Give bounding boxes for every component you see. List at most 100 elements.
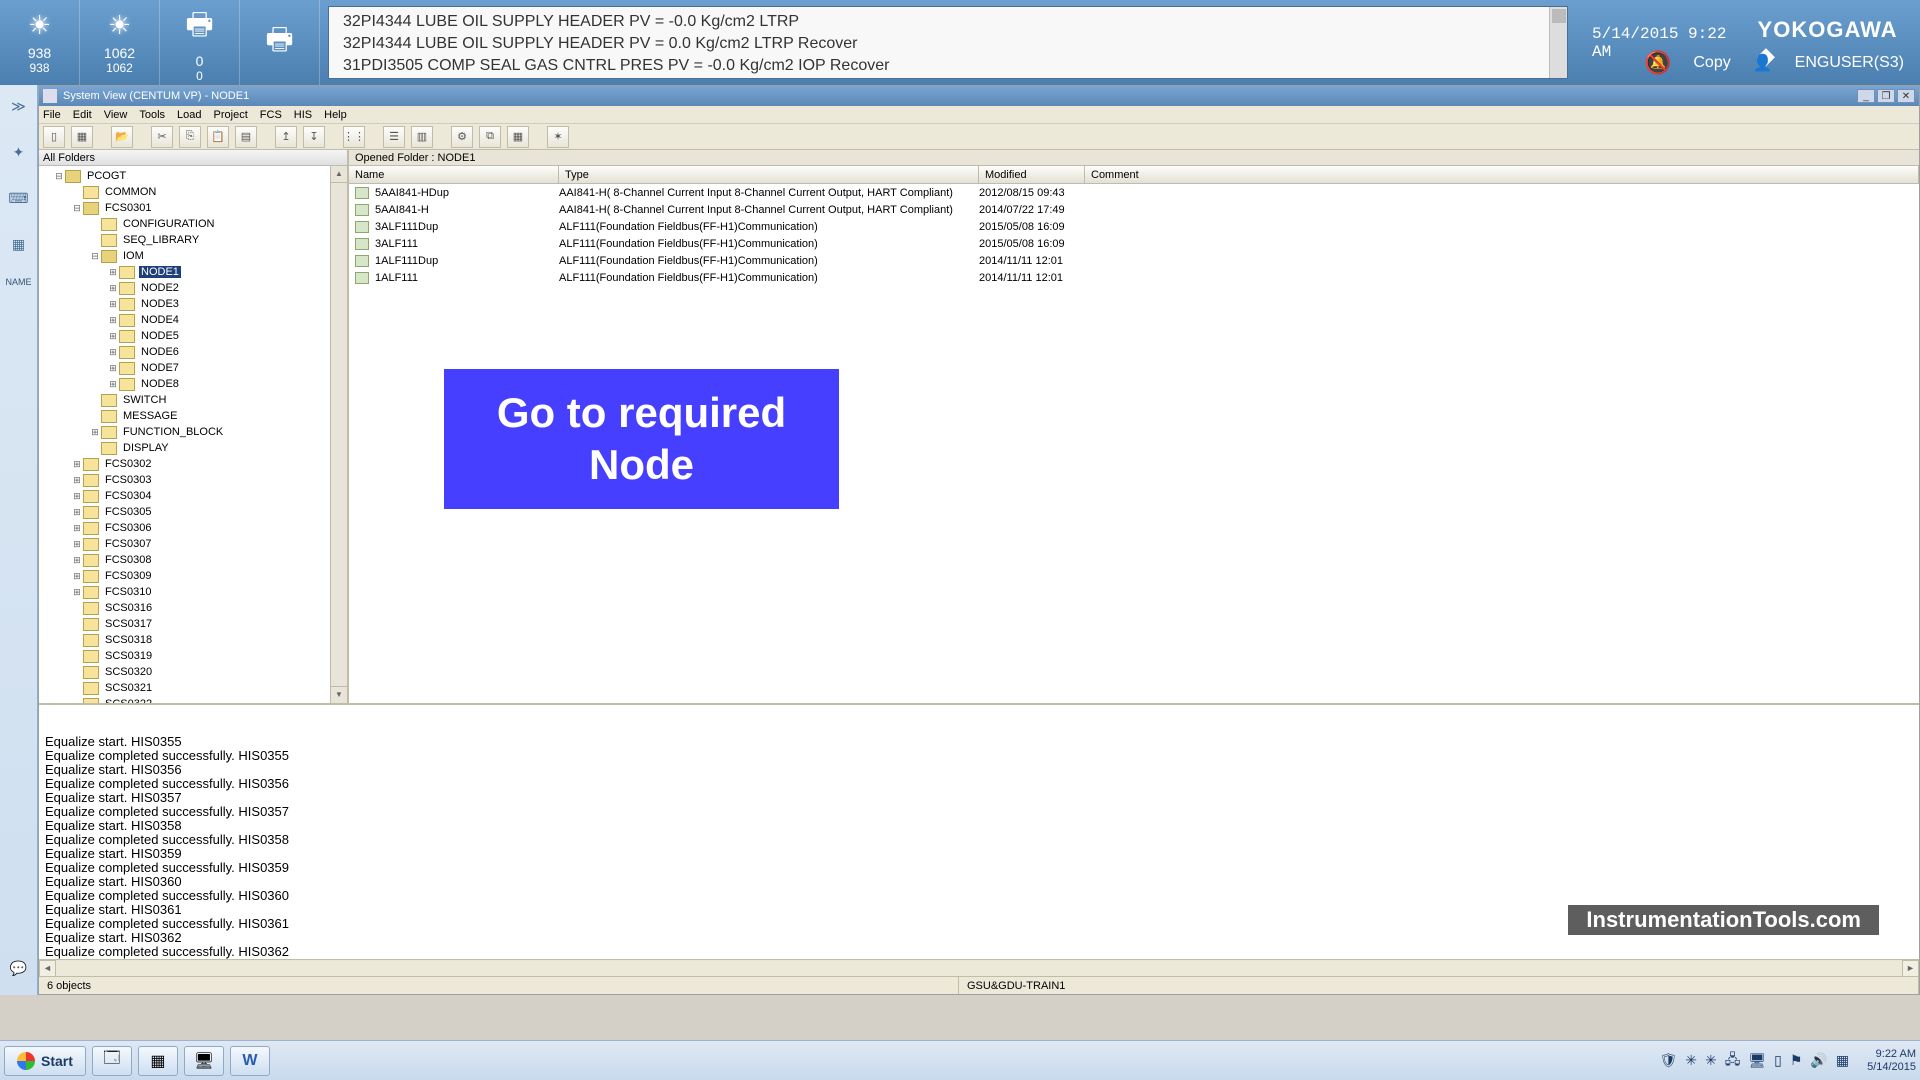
tree[interactable]: ⊟PCOGTCOMMON⊟FCS0301CONFIGURATIONSEQ_LIB… <box>39 166 347 703</box>
tree-item[interactable]: ⊞FCS0305 <box>43 504 347 520</box>
menu-project[interactable]: Project <box>214 109 248 121</box>
msg-hscroll[interactable]: ◄ ► <box>39 959 1919 976</box>
tree-twisty-icon[interactable]: ⊞ <box>89 427 101 438</box>
tb-btn[interactable]: ▦ <box>71 126 93 148</box>
tree-item[interactable]: SCS0317 <box>43 616 347 632</box>
tree-item[interactable]: ⊞FCS0308 <box>43 552 347 568</box>
tree-twisty-icon[interactable]: ⊞ <box>71 491 83 502</box>
tree-twisty-icon[interactable]: ⊞ <box>71 459 83 470</box>
tb-cut-button[interactable]: ✂ <box>151 126 173 148</box>
tree-twisty-icon[interactable]: ⊞ <box>107 347 119 358</box>
tray-icon[interactable]: ✳ <box>1705 1052 1717 1069</box>
tb-btn[interactable]: ✶ <box>547 126 569 148</box>
tree-item[interactable]: ⊞FCS0304 <box>43 488 347 504</box>
tree-twisty-icon[interactable]: ⊞ <box>107 363 119 374</box>
close-button[interactable]: ✕ <box>1897 89 1915 103</box>
tray-monitor-icon[interactable]: 🖥 <box>1748 1052 1766 1069</box>
tb-paste-button[interactable]: 📋 <box>207 126 229 148</box>
rail-chat-icon[interactable]: 💬 <box>6 955 32 981</box>
tray-clock[interactable]: 9:22 AM 5/14/2015 <box>1857 1048 1916 1073</box>
tray-icon[interactable]: ▦ <box>1836 1052 1849 1069</box>
tree-item[interactable]: SCS0322 <box>43 696 347 703</box>
tree-item[interactable]: SCS0318 <box>43 632 347 648</box>
tree-item[interactable]: SCS0321 <box>43 680 347 696</box>
tree-item[interactable]: ⊞FCS0309 <box>43 568 347 584</box>
col-type[interactable]: Type <box>559 166 979 183</box>
tree-item[interactable]: ⊞NODE3 <box>43 296 347 312</box>
tree-twisty-icon[interactable]: ⊞ <box>71 555 83 566</box>
menu-edit[interactable]: Edit <box>73 109 92 121</box>
taskbar-app[interactable]: 🖥 <box>184 1046 224 1076</box>
tree-item[interactable]: ⊞NODE6 <box>43 344 347 360</box>
tree-twisty-icon[interactable]: ⊞ <box>107 379 119 390</box>
menu-help[interactable]: Help <box>324 109 347 121</box>
alarm-silence-icon[interactable]: 🔕 <box>1644 50 1671 76</box>
tree-twisty-icon[interactable]: ⊞ <box>107 267 119 278</box>
titlebar[interactable]: System View (CENTUM VP) - NODE1 _ ❐ ✕ <box>39 86 1919 106</box>
tree-item[interactable]: ⊞FCS0306 <box>43 520 347 536</box>
hscroll-right-icon[interactable]: ► <box>1902 960 1919 977</box>
tree-twisty-icon[interactable]: ⊞ <box>71 571 83 582</box>
col-comment[interactable]: Comment <box>1085 166 1919 183</box>
rail-collapse-icon[interactable]: ≫ <box>6 93 32 119</box>
tray-flag-icon[interactable]: ⚑ <box>1790 1052 1803 1069</box>
maximize-button[interactable]: ❐ <box>1877 89 1895 103</box>
tb-btn[interactable]: ▤ <box>235 126 257 148</box>
tb-up-button[interactable]: ↥ <box>275 126 297 148</box>
tree-twisty-icon[interactable]: ⊞ <box>71 587 83 598</box>
menu-file[interactable]: File <box>43 109 61 121</box>
tray-icon[interactable]: ▯ <box>1774 1052 1782 1069</box>
tree-item[interactable]: ⊟PCOGT <box>43 168 347 184</box>
tray-volume-icon[interactable]: 🔊 <box>1810 1052 1827 1069</box>
tree-item[interactable]: ⊞FCS0303 <box>43 472 347 488</box>
tree-item[interactable]: ⊞NODE5 <box>43 328 347 344</box>
tb-open-button[interactable]: 📂 <box>111 126 133 148</box>
printer2-icon[interactable]: 🖶 <box>240 0 320 85</box>
tree-item[interactable]: SWITCH <box>43 392 347 408</box>
tree-twisty-icon[interactable]: ⊞ <box>107 315 119 326</box>
tb-btn[interactable]: ⧉ <box>479 126 501 148</box>
tb-copy-button[interactable]: ⎘ <box>179 126 201 148</box>
tree-item[interactable]: MESSAGE <box>43 408 347 424</box>
start-button[interactable]: Start <box>4 1046 86 1076</box>
tree-item[interactable]: ⊞NODE8 <box>43 376 347 392</box>
menu-tools[interactable]: Tools <box>139 109 165 121</box>
list-row[interactable]: 1ALF111ALF111(Foundation Fieldbus(FF-H1)… <box>349 269 1919 286</box>
tree-scrollbar[interactable] <box>330 166 347 703</box>
tree-item[interactable]: SCS0316 <box>43 600 347 616</box>
rail-tool-icon[interactable]: ✦ <box>6 139 32 165</box>
tree-item[interactable]: DISPLAY <box>43 440 347 456</box>
rail-grid-icon[interactable]: ▦ <box>6 231 32 257</box>
tb-btn[interactable]: ▯ <box>43 126 65 148</box>
tree-twisty-icon[interactable]: ⊞ <box>107 331 119 342</box>
taskbar-word[interactable]: W <box>230 1046 270 1076</box>
col-modified[interactable]: Modified <box>979 166 1085 183</box>
tree-item[interactable]: SEQ_LIBRARY <box>43 232 347 248</box>
tray-icon[interactable]: ✳ <box>1685 1052 1697 1069</box>
printer-icon[interactable]: 🖶 0 0 <box>160 0 240 85</box>
tray-shield-icon[interactable]: 🛡 <box>1659 1052 1677 1069</box>
tree-item[interactable]: ⊞FCS0307 <box>43 536 347 552</box>
tree-item[interactable]: COMMON <box>43 184 347 200</box>
copy-label[interactable]: Copy <box>1693 54 1730 72</box>
tree-twisty-icon[interactable]: ⊞ <box>71 523 83 534</box>
tree-twisty-icon[interactable]: ⊟ <box>71 203 83 214</box>
minimize-button[interactable]: _ <box>1857 89 1875 103</box>
tb-btn[interactable]: ⋮⋮ <box>343 126 365 148</box>
list-body[interactable]: 5AAI841-HDupAAI841-H( 8-Channel Current … <box>349 184 1919 703</box>
rail-keyboard-icon[interactable]: ⌨ <box>6 185 32 211</box>
list-row[interactable]: 5AAI841-HDupAAI841-H( 8-Channel Current … <box>349 184 1919 201</box>
tree-twisty-icon[interactable]: ⊟ <box>89 251 101 262</box>
hscroll-left-icon[interactable]: ◄ <box>39 960 56 977</box>
list-row[interactable]: 1ALF111DupALF111(Foundation Fieldbus(FF-… <box>349 252 1919 269</box>
taskbar-app[interactable]: ▦ <box>138 1046 178 1076</box>
hscroll-track[interactable] <box>56 961 1902 976</box>
tree-item[interactable]: CONFIGURATION <box>43 216 347 232</box>
tree-twisty-icon[interactable]: ⊞ <box>71 475 83 486</box>
message-pane[interactable]: Equalize start. HIS0355Equalize complete… <box>39 703 1919 959</box>
tree-twisty-icon[interactable]: ⊞ <box>71 507 83 518</box>
tree-item[interactable]: ⊟FCS0301 <box>43 200 347 216</box>
tree-item[interactable]: ⊞NODE2 <box>43 280 347 296</box>
tree-item[interactable]: ⊞NODE1 <box>43 264 347 280</box>
tree-item[interactable]: SCS0319 <box>43 648 347 664</box>
